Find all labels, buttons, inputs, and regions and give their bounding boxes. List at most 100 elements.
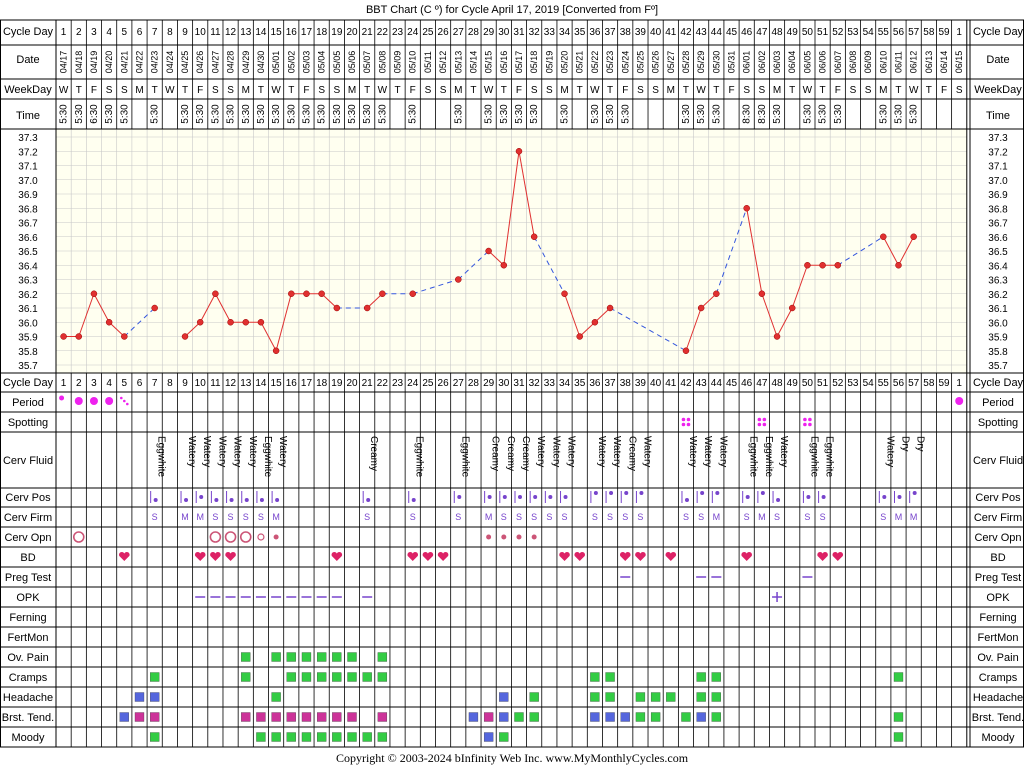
brst-tend-mark [134,712,145,722]
time-cell: 5:30 [408,104,419,124]
cerv-fluid-text: Eggwhite [824,436,835,478]
cycle-day-cell: 35 [574,27,586,38]
cerv-firm-letter: S [258,512,264,522]
cycle-day-cell-lower: 36 [589,378,601,389]
cerv-pos-dot [184,498,189,502]
date-cell: 04/26 [195,51,205,74]
temp-point [75,333,83,340]
date-cell: 05/21 [575,51,585,74]
cycle-day-cell-lower: 53 [847,378,859,389]
moody-mark [286,732,296,742]
cerv-firm-letter: M [758,512,766,522]
time-cell: 5:30 [893,104,904,124]
time-cell: 5:30 [909,104,920,124]
date-cell: 06/15 [954,51,964,74]
date-cell: 05/07 [362,51,372,74]
spotting-mark [686,417,691,422]
weekday-cell: T [501,85,507,96]
y-tick-label-right: 36.3 [988,276,1008,287]
cycle-day-cell: 36 [589,27,601,38]
brst-tend-mark [286,712,296,722]
temp-point [697,304,705,312]
weekday-cell: M [773,85,781,96]
cramps-mark [332,672,342,682]
cycle-day-cell: 28 [468,27,480,38]
cycle-day-cell: 29 [483,27,495,38]
temp-point [455,276,462,283]
weekday-cell: S [743,85,750,96]
weekday-label: WeekDay [4,84,52,96]
weekday-cell: T [182,85,188,96]
y-tick-label: 35.7 [18,361,38,372]
weekday-cell: W [696,85,706,96]
cycle-day-cell-lower: 46 [741,378,753,389]
cramps-mark [301,672,312,682]
cerv-pos-dot [502,495,507,499]
brst-tend-mark [483,712,494,722]
cycle-day-cell-lower: 27 [453,378,465,389]
cerv-pos-dot [259,498,264,502]
time-cell: 5:30 [818,104,829,124]
cycle-day-cell: 30 [498,27,510,38]
brst-tend-label: Brst. Tend. [2,712,54,724]
cycle-day-cell-lower: 4 [106,378,112,389]
cerv-fluid-text: Creamy [505,436,516,471]
date-cell: 05/14 [468,51,478,74]
y-tick-label-right: 37.1 [988,162,1008,173]
spotting-mark [762,422,767,427]
time-cell: 5:30 [119,104,130,124]
weekday-cell: T [364,85,370,96]
date-cell: 04/22 [134,51,144,74]
date-cell: 04/21 [119,51,129,74]
cramps-mark [711,672,721,682]
y-tick-label: 37.1 [18,162,38,173]
temp-point [515,148,523,155]
bd-label-right: BD [990,552,1005,564]
cerv-pos-dot [639,491,644,495]
weekday-cell: T [713,85,719,96]
cycle-day-cell: 53 [847,27,859,38]
cerv-opn-closed [273,534,279,540]
cerv-pos-dot [609,491,614,495]
ov-pain-label: Ov. Pain [7,652,48,664]
cycle-day-cell: 56 [893,27,905,38]
headache-mark [590,692,600,702]
temp-point [303,290,310,297]
weekday-cell: W [484,85,494,96]
cycle-day-cell: 37 [605,27,617,38]
brst-tend-mark [529,712,539,722]
time-cell: 5:30 [590,104,601,124]
temp-point [819,262,826,269]
time-cell: 5:30 [453,104,464,124]
moody-label: Moody [11,732,45,744]
brst-tend-mark [711,712,721,722]
headache-mark [650,692,661,702]
cerv-fluid-text: Watery [717,436,728,467]
cerv-pos-dot [229,498,234,502]
temp-point [227,319,234,326]
cycle-day-cell: 54 [863,27,875,38]
ferning-label: Ferning [9,612,46,624]
cerv-pos-dot [593,491,598,495]
headache-mark [499,692,509,702]
moody-mark [362,732,372,742]
time-cell: 5:30 [529,104,540,124]
cerv-fluid-text: Watery [778,436,789,467]
brst-tend-mark [681,712,691,722]
weekday-cell: S [121,85,128,96]
time-cell: 5:30 [362,104,373,124]
cerv-firm-letter: S [592,512,598,522]
cerv-fluid-text: Watery [232,436,243,467]
cycle-day-cell-lower: 39 [635,378,647,389]
cycle-day-cell-lower: 59 [938,378,950,389]
cerv-firm-letter: S [228,512,234,522]
moody-mark [271,732,281,742]
time-cell: 5:30 [377,104,388,124]
cycle-day-cell: 45 [726,27,738,38]
period-dot [955,397,964,405]
cycle-day-cell-lower: 47 [756,378,768,389]
period-spot [123,399,126,403]
headache-mark [271,692,281,702]
cerv-pos-label: Cerv Pos [5,492,51,504]
temp-point [60,333,67,340]
